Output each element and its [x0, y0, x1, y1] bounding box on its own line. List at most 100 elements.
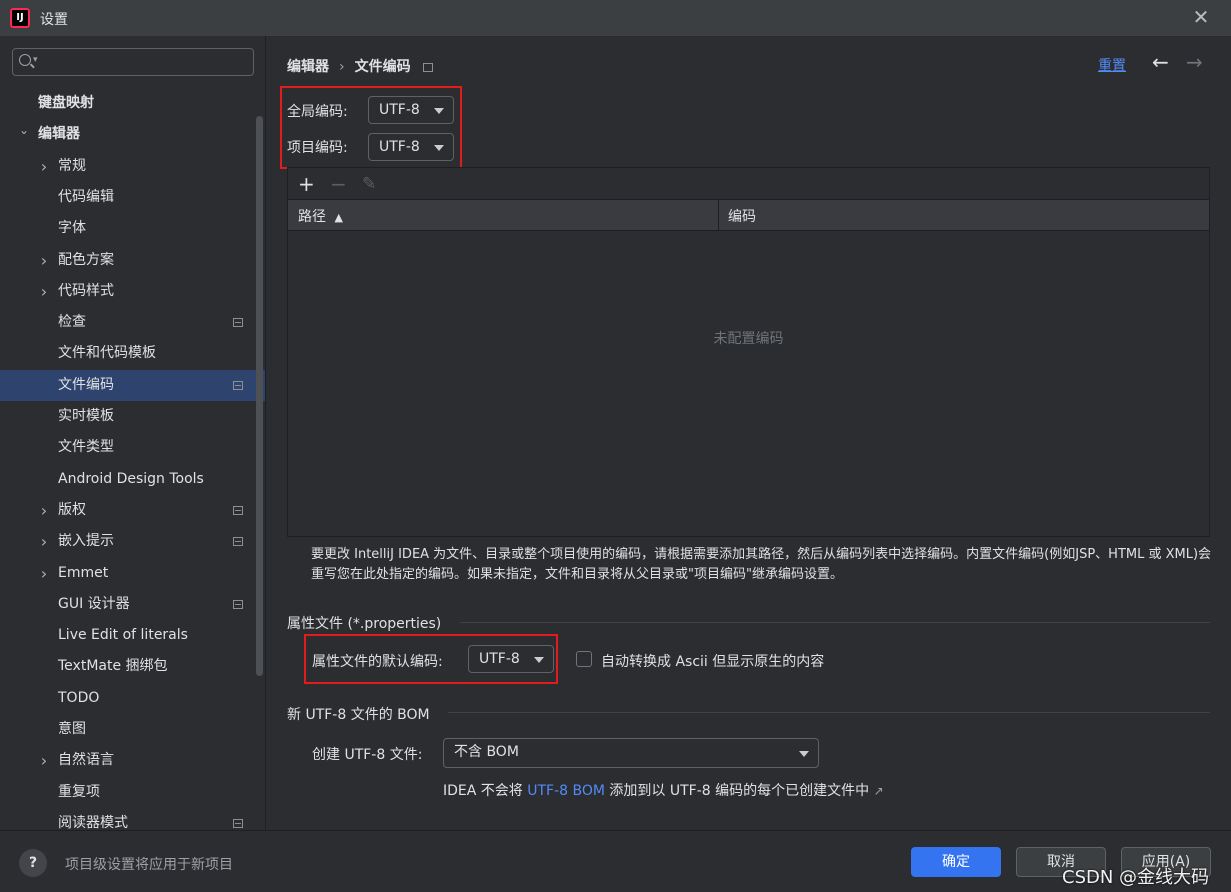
footer-note: 项目级设置将应用于新项目	[65, 857, 233, 873]
dialog-footer: ? 项目级设置将应用于新项目 确定 取消 应用(A) CSDN @金线大码	[0, 830, 1231, 892]
project-scope-icon	[233, 505, 243, 515]
table-header: 路径 ▲ 编码	[288, 200, 1209, 231]
sidebar-item-label: 字体	[58, 220, 86, 237]
sidebar-item-3[interactable]: 代码编辑	[0, 182, 265, 213]
sidebar-item-17[interactable]: Live Edit of literals	[0, 620, 265, 651]
chevron-right-icon[interactable]: ›	[39, 276, 49, 307]
chevron-down-icon	[434, 145, 444, 151]
sidebar-item-1[interactable]: ⌄ 编辑器	[0, 119, 265, 150]
help-text-line-2: 重写您在此处指定的编码。如果未指定，文件和目录将从父目录或"项目编码"继承编码设…	[311, 567, 843, 582]
sidebar-item-label: 检查	[58, 314, 86, 331]
sidebar-item-label: Android Design Tools	[58, 470, 204, 487]
ascii-conversion-label[interactable]: 自动转换成 Ascii 但显示原生的内容	[601, 651, 824, 671]
add-icon[interactable]: +	[298, 172, 315, 196]
sidebar-item-14[interactable]: › 嵌入提示	[0, 526, 265, 557]
sidebar-item-19[interactable]: TODO	[0, 683, 265, 714]
sidebar-item-label: 版权	[58, 501, 86, 518]
sidebar-item-22[interactable]: 重复项	[0, 777, 265, 808]
back-arrow-icon[interactable]: ←	[1152, 50, 1169, 74]
sidebar-item-label: 阅读器模式	[58, 814, 128, 830]
project-scope-icon	[233, 599, 243, 609]
sidebar-item-21[interactable]: › 自然语言	[0, 745, 265, 776]
bom-note: IDEA 不会将 UTF-8 BOM 添加到以 UTF-8 编码的每个已创建文件…	[443, 780, 884, 800]
properties-encoding-dropdown[interactable]: UTF-8	[468, 645, 554, 673]
sidebar-item-label: 自然语言	[58, 752, 114, 769]
reset-link[interactable]: 重置	[1098, 55, 1126, 75]
breadcrumb-parent[interactable]: 编辑器	[287, 59, 329, 75]
sidebar-item-6[interactable]: › 代码样式	[0, 276, 265, 307]
search-box[interactable]: ▾	[12, 48, 254, 76]
panel-divider[interactable]	[265, 36, 266, 830]
project-scope-icon	[233, 818, 243, 828]
project-scope-icon	[233, 318, 243, 328]
table-toolbar: + − ✎	[288, 168, 1209, 200]
sidebar-item-5[interactable]: › 配色方案	[0, 245, 265, 276]
bom-dropdown[interactable]: 不含 BOM	[443, 738, 819, 768]
sidebar-item-label: 文件和代码模板	[58, 345, 156, 362]
project-scope-icon	[422, 62, 433, 72]
sidebar-item-23[interactable]: 阅读器模式	[0, 808, 265, 830]
sidebar-scrollbar[interactable]	[256, 116, 263, 676]
project-encoding-value: UTF-8	[379, 139, 420, 155]
sidebar-item-11[interactable]: 文件类型	[0, 432, 265, 463]
sidebar-item-label: 文件类型	[58, 439, 114, 456]
chevron-down-icon[interactable]: ⌄	[19, 115, 29, 146]
column-header-encoding[interactable]: 编码	[728, 206, 756, 226]
column-header-path[interactable]: 路径 ▲	[298, 206, 343, 226]
ascii-conversion-checkbox[interactable]	[576, 651, 592, 667]
sidebar-item-18[interactable]: TextMate 捆绑包	[0, 651, 265, 682]
sidebar-item-15[interactable]: › Emmet	[0, 558, 265, 589]
chevron-right-icon[interactable]: ›	[39, 745, 49, 776]
sidebar-item-label: 嵌入提示	[58, 533, 114, 550]
project-encoding-dropdown[interactable]: UTF-8	[368, 133, 454, 161]
close-icon[interactable]: ✕	[1190, 6, 1212, 28]
properties-default-encoding-label: 属性文件的默认编码:	[312, 654, 443, 670]
ok-button[interactable]: 确定	[911, 847, 1001, 877]
search-icon	[19, 54, 31, 66]
external-link-icon[interactable]: ↗	[874, 784, 884, 798]
help-text: 要更改 IntelliJ IDEA 为文件、目录或整个项目使用的编码，请根据需要…	[311, 545, 1211, 585]
sidebar-item-label: 编辑器	[38, 126, 80, 143]
sidebar-item-label: GUI 设计器	[58, 595, 130, 612]
sidebar-item-label: 意图	[58, 721, 86, 737]
search-history-caret-icon[interactable]: ▾	[33, 55, 38, 65]
sidebar-item-20[interactable]: 意图	[0, 714, 265, 745]
bom-value: 不含 BOM	[454, 744, 519, 760]
global-encoding-label: 全局编码:	[287, 104, 348, 120]
help-icon[interactable]: ?	[19, 849, 47, 877]
sidebar-item-0[interactable]: 键盘映射	[0, 88, 265, 119]
chevron-right-icon[interactable]: ›	[39, 245, 49, 276]
chevron-right-icon[interactable]: ›	[39, 151, 49, 182]
sidebar-item-12[interactable]: Android Design Tools	[0, 464, 265, 495]
sidebar-item-label: Emmet	[58, 564, 109, 581]
project-encoding-label: 项目编码:	[287, 140, 348, 156]
remove-icon: −	[330, 172, 347, 196]
sidebar-item-2[interactable]: › 常规	[0, 151, 265, 182]
chevron-right-icon[interactable]: ›	[39, 558, 49, 589]
sidebar-item-13[interactable]: › 版权	[0, 495, 265, 526]
bom-note-suffix: 添加到以 UTF-8 编码的每个已创建文件中	[609, 783, 870, 799]
column-divider[interactable]	[718, 200, 719, 231]
sidebar-item-label: 配色方案	[58, 251, 114, 268]
sidebar-item-label: TODO	[58, 689, 100, 706]
sidebar-item-9[interactable]: 文件编码	[0, 369, 265, 401]
project-scope-icon	[233, 537, 243, 547]
sidebar-item-10[interactable]: 实时模板	[0, 401, 265, 432]
sidebar-item-label: Live Edit of literals	[58, 627, 188, 644]
search-input[interactable]	[43, 52, 247, 74]
sidebar-item-label: 代码样式	[58, 282, 114, 299]
chevron-right-icon[interactable]: ›	[39, 495, 49, 526]
sidebar-item-7[interactable]: 检查	[0, 307, 265, 338]
intellij-app-icon: IJ	[10, 8, 30, 28]
breadcrumb: 编辑器 › 文件编码	[287, 56, 433, 76]
sidebar-item-label: 文件编码	[58, 376, 114, 393]
chevron-down-icon	[799, 751, 809, 757]
utf8-bom-link[interactable]: UTF-8 BOM	[527, 783, 605, 799]
global-encoding-dropdown[interactable]: UTF-8	[368, 96, 454, 124]
chevron-down-icon	[434, 108, 444, 114]
sidebar-item-4[interactable]: 字体	[0, 213, 265, 244]
sort-ascending-icon: ▲	[334, 211, 343, 224]
sidebar-item-8[interactable]: 文件和代码模板	[0, 338, 265, 369]
sidebar-item-16[interactable]: GUI 设计器	[0, 589, 265, 620]
chevron-right-icon[interactable]: ›	[39, 526, 49, 557]
